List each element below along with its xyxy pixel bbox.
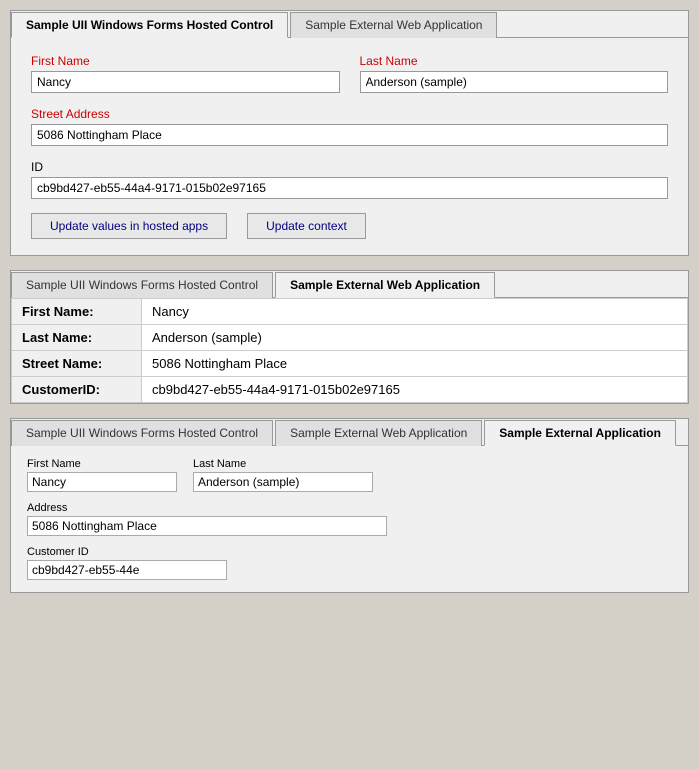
table-row-value: 5086 Nottingham Place — [142, 351, 688, 377]
info-table: First Name:NancyLast Name:Anderson (samp… — [11, 298, 688, 403]
panel1-id-label: ID — [31, 160, 668, 174]
panel2-tab-bar: Sample UII Windows Forms Hosted Control … — [11, 271, 688, 298]
table-row: Street Name:5086 Nottingham Place — [12, 351, 688, 377]
panel1-tab-bar: Sample UII Windows Forms Hosted Control … — [11, 11, 688, 38]
panel1-last-name-input[interactable] — [360, 71, 669, 93]
panel1: Sample UII Windows Forms Hosted Control … — [10, 10, 689, 256]
panel1-first-name-group: First Name — [31, 54, 340, 93]
panel3: Sample UII Windows Forms Hosted Control … — [10, 418, 689, 593]
panel3-first-name-label: First Name — [27, 458, 177, 470]
panel1-tab-external-web[interactable]: Sample External Web Application — [290, 12, 497, 38]
panel3-tab-external-app[interactable]: Sample External Application — [484, 420, 676, 446]
panel1-first-name-label: First Name — [31, 54, 340, 68]
panel3-last-name-group: Last Name — [193, 458, 373, 492]
panel1-last-name-label: Last Name — [360, 54, 669, 68]
panel3-last-name-label: Last Name — [193, 458, 373, 470]
panel1-content: First Name Last Name Street Address ID U… — [11, 38, 688, 255]
panel1-first-name-input[interactable] — [31, 71, 340, 93]
table-row-label: First Name: — [12, 299, 142, 325]
panel3-customerid-group: Customer ID — [27, 546, 672, 580]
panel1-button-row: Update values in hosted apps Update cont… — [31, 213, 668, 239]
panel2-content: First Name:NancyLast Name:Anderson (samp… — [11, 298, 688, 403]
panel3-first-name-input[interactable] — [27, 472, 177, 492]
panel1-id-group: ID — [31, 160, 668, 199]
panel3-address-group: Address — [27, 502, 672, 536]
panel1-street-input[interactable] — [31, 124, 668, 146]
panel3-address-label: Address — [27, 502, 672, 514]
panel3-tab-bar: Sample UII Windows Forms Hosted Control … — [11, 419, 688, 446]
panel2: Sample UII Windows Forms Hosted Control … — [10, 270, 689, 404]
table-row: CustomerID:cb9bd427-eb55-44a4-9171-015b0… — [12, 377, 688, 403]
panel3-content: First Name Last Name Address Customer ID — [11, 446, 688, 592]
panel3-tab-windows-forms[interactable]: Sample UII Windows Forms Hosted Control — [11, 420, 273, 446]
table-row-label: CustomerID: — [12, 377, 142, 403]
panel3-name-row: First Name Last Name — [27, 458, 672, 492]
table-row: Last Name:Anderson (sample) — [12, 325, 688, 351]
table-row-value: cb9bd427-eb55-44a4-9171-015b02e97165 — [142, 377, 688, 403]
panel1-name-row: First Name Last Name — [31, 54, 668, 93]
panel1-street-group: Street Address — [31, 107, 668, 146]
panel2-tab-external-web[interactable]: Sample External Web Application — [275, 272, 495, 298]
panel3-customerid-label: Customer ID — [27, 546, 672, 558]
table-row-value: Anderson (sample) — [142, 325, 688, 351]
update-context-button[interactable]: Update context — [247, 213, 366, 239]
table-row-label: Street Name: — [12, 351, 142, 377]
panel1-id-input[interactable] — [31, 177, 668, 199]
table-row-value: Nancy — [142, 299, 688, 325]
panel1-last-name-group: Last Name — [360, 54, 669, 93]
panel2-tab-windows-forms[interactable]: Sample UII Windows Forms Hosted Control — [11, 272, 273, 298]
panel1-street-label: Street Address — [31, 107, 668, 121]
update-hosted-apps-button[interactable]: Update values in hosted apps — [31, 213, 227, 239]
panel3-customerid-input[interactable] — [27, 560, 227, 580]
panel3-address-input[interactable] — [27, 516, 387, 536]
panel3-first-name-group: First Name — [27, 458, 177, 492]
panel3-tab-external-web[interactable]: Sample External Web Application — [275, 420, 482, 446]
panel3-last-name-input[interactable] — [193, 472, 373, 492]
panel1-tab-windows-forms[interactable]: Sample UII Windows Forms Hosted Control — [11, 12, 288, 38]
table-row: First Name:Nancy — [12, 299, 688, 325]
table-row-label: Last Name: — [12, 325, 142, 351]
